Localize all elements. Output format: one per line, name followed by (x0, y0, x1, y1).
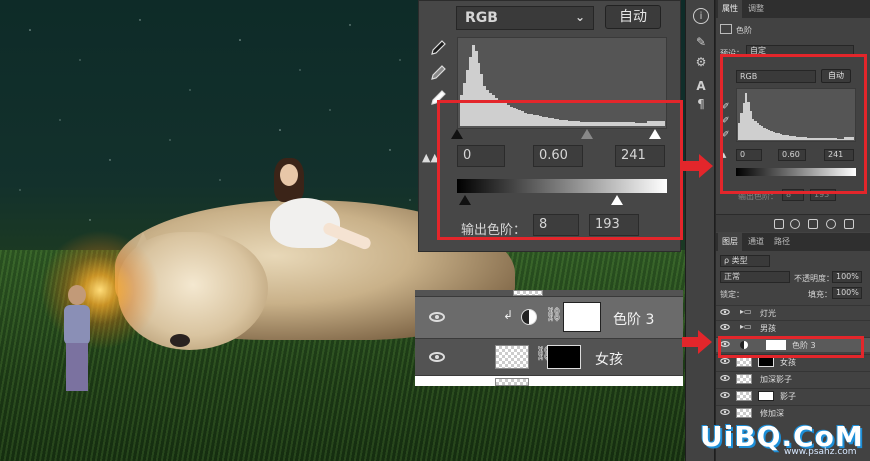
wolf-nose (170, 334, 190, 347)
info-icon[interactable]: i (693, 8, 709, 24)
layers-zoom-popup: ↲ ⛓ 色阶 3 ⛓ 女孩 (415, 290, 683, 386)
layer-mask-thumbnail[interactable] (758, 357, 774, 367)
layer-name[interactable]: 色阶 3 (613, 309, 654, 329)
properties-tabs: 属性 调整 (716, 0, 870, 18)
girl-figure (262, 158, 373, 268)
character-icon[interactable]: A (693, 78, 709, 94)
brush-icon[interactable]: ✎ (693, 34, 709, 50)
layer-row-group[interactable]: ▸▭ 灯光 (716, 305, 870, 320)
channel-select[interactable]: RGB ⌄ (456, 6, 594, 30)
reset-icon[interactable] (808, 219, 818, 229)
layer-thumbnail[interactable] (736, 391, 752, 401)
layer-mask-thumbnail[interactable] (563, 302, 601, 332)
visibility-eye-icon[interactable] (720, 358, 730, 364)
tab-paths[interactable]: 路径 (770, 233, 794, 251)
clip-to-layer-icon[interactable] (774, 219, 784, 229)
visibility-eye-icon[interactable] (429, 312, 445, 322)
visibility-eye-icon[interactable] (720, 309, 730, 315)
visibility-eye-icon[interactable] (429, 352, 445, 362)
adjustment-type-label: 色阶 (736, 26, 752, 35)
layer-name[interactable]: 男孩 (760, 323, 776, 334)
layer-row-girl[interactable]: ⛓ 女孩 (415, 339, 683, 376)
layer-mask-thumbnail[interactable] (547, 345, 581, 369)
visibility-eye-icon[interactable] (720, 324, 730, 330)
black-eyedropper-icon[interactable] (429, 39, 447, 57)
visibility-icon[interactable] (826, 219, 836, 229)
layer-name[interactable]: 女孩 (780, 357, 796, 368)
lantern-glow (40, 230, 160, 350)
gray-eyedropper-icon[interactable] (429, 64, 447, 82)
panel-dock-icons: i ✎ ⚙ A ¶ (685, 0, 715, 461)
clip-arrow-icon: ↲ (503, 308, 514, 322)
tab-properties[interactable]: 属性 (718, 0, 742, 18)
view-previous-icon[interactable] (790, 219, 800, 229)
brush-settings-icon[interactable]: ⚙ (693, 54, 709, 70)
link-icon[interactable]: ⛓ (545, 307, 563, 323)
red-arrow-icon (683, 154, 713, 178)
layer-mask-thumbnail[interactable] (758, 391, 774, 401)
chevron-down-icon: ⌄ (574, 10, 585, 24)
lock-label: 锁定： (720, 290, 744, 299)
visibility-eye-icon[interactable] (720, 375, 730, 381)
tab-layers[interactable]: 图层 (718, 233, 742, 251)
layers-tabs: 图层 通道 路径 (716, 233, 870, 251)
layer-row-partial (415, 290, 683, 297)
layer-filter-select[interactable]: ρ 类型 (720, 255, 770, 267)
layer-thumbnail[interactable] (495, 345, 529, 369)
visibility-eye-icon[interactable] (720, 392, 730, 398)
tab-adjustments[interactable]: 调整 (744, 0, 768, 18)
watermark-url: www.psahz.com (784, 447, 857, 457)
highlight-box-levels-panel (720, 54, 867, 194)
adjustment-layer-icon (521, 309, 537, 325)
red-arrow-icon (682, 330, 712, 354)
boy-figure (60, 285, 96, 395)
paragraph-icon[interactable]: ¶ (693, 96, 709, 112)
layer-name[interactable]: 灯光 (760, 308, 776, 319)
layer-name[interactable]: 女孩 (595, 349, 623, 369)
layer-row[interactable]: 影子 (716, 388, 870, 403)
layer-row[interactable]: 加深影子 (716, 371, 870, 386)
layer-thumbnail[interactable] (736, 408, 752, 418)
blend-mode-select[interactable]: 正常 (720, 271, 790, 283)
layer-thumbnail[interactable] (736, 374, 752, 384)
trash-icon[interactable] (844, 219, 854, 229)
layer-row[interactable]: 修加深 (716, 405, 870, 420)
tab-channels[interactable]: 通道 (744, 233, 768, 251)
layer-name[interactable]: 影子 (780, 391, 796, 402)
properties-footer (716, 214, 870, 232)
fill-label: 填充： (808, 290, 832, 299)
levels-adjustment-icon (720, 24, 732, 34)
layer-row-group[interactable]: ▸▭ 男孩 (716, 320, 870, 335)
layer-name[interactable]: 修加深 (760, 408, 784, 419)
opacity-field[interactable]: 100% (832, 271, 862, 283)
visibility-eye-icon[interactable] (720, 409, 730, 415)
folder-icon: ▸▭ (740, 322, 752, 331)
highlight-box-layer-row (718, 336, 864, 358)
opacity-label: 不透明度： (794, 274, 834, 283)
highlight-box-levels-big (437, 100, 683, 240)
layer-name[interactable]: 加深影子 (760, 374, 792, 385)
layer-thumbnail[interactable] (736, 357, 752, 367)
layer-row-partial (415, 376, 683, 386)
folder-icon: ▸▭ (740, 307, 752, 316)
channel-value: RGB (465, 10, 498, 26)
auto-button[interactable]: 自动 (605, 5, 661, 29)
layer-row-levels-3[interactable]: ↲ ⛓ 色阶 3 (415, 297, 683, 339)
fill-field[interactable]: 100% (832, 287, 862, 299)
